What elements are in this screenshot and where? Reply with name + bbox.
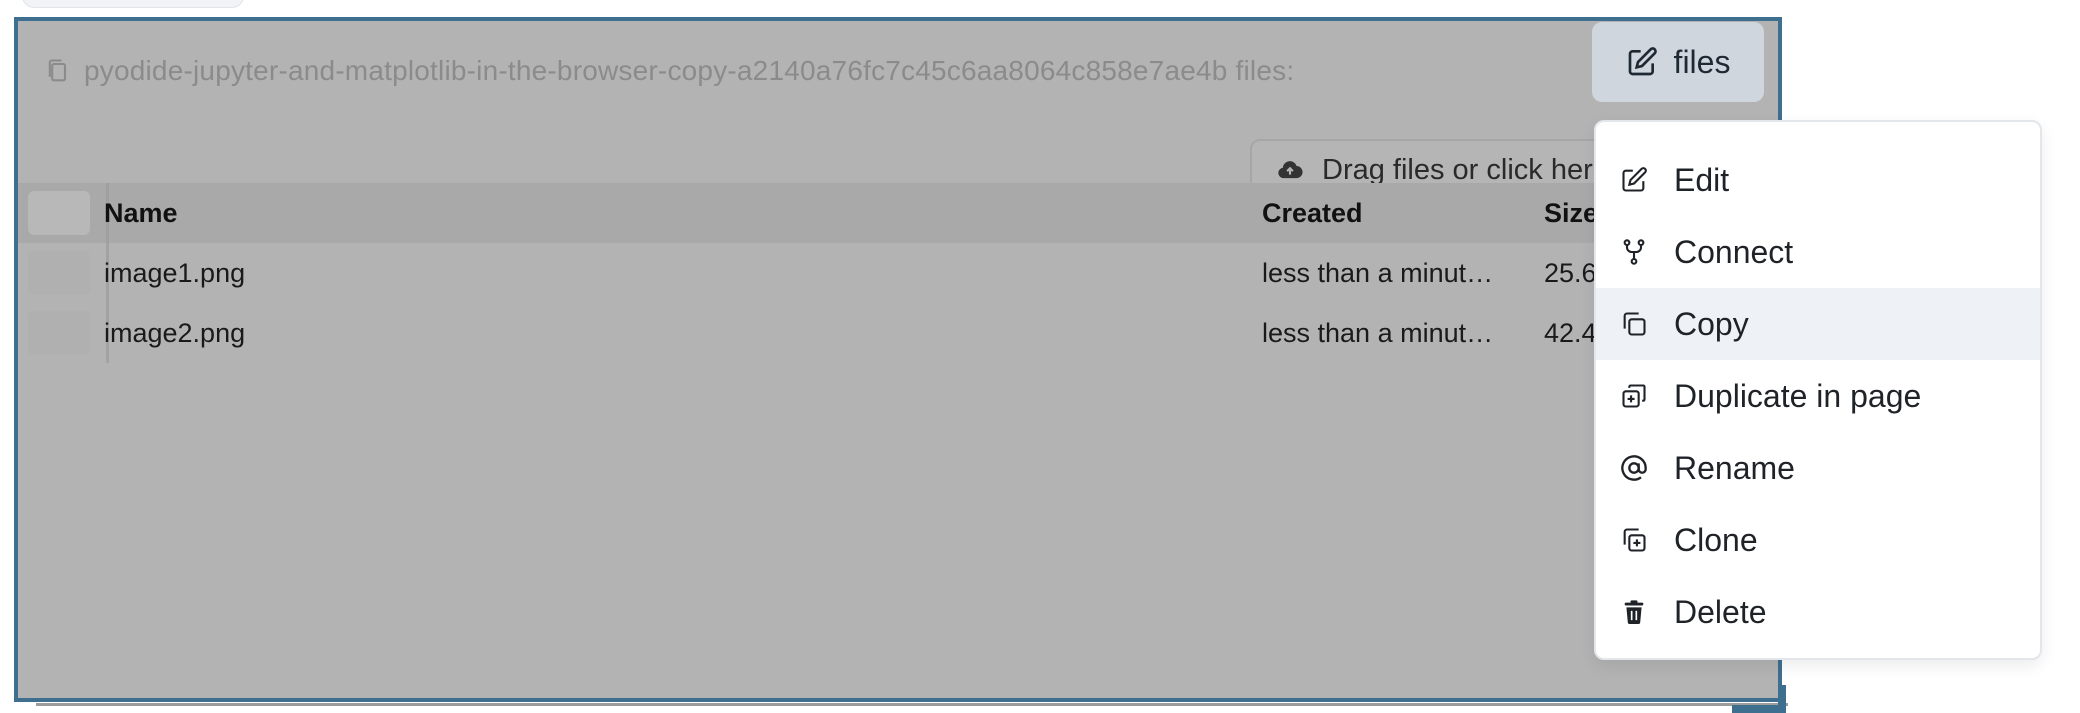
header-name[interactable]: Name <box>104 183 178 243</box>
files-table: Name Created Size image1.png less than a… <box>18 183 1770 363</box>
menu-item-label: Connect <box>1674 233 1794 270</box>
menu-item-label: Delete <box>1674 593 1767 630</box>
top-tab-stub <box>22 0 244 8</box>
files-menu-button[interactable]: files <box>1592 22 1764 102</box>
files-button-label: files <box>1673 43 1731 80</box>
row-checkbox[interactable] <box>28 311 90 355</box>
menu-item-rename[interactable]: Rename <box>1596 432 2040 504</box>
cloud-upload-icon <box>1278 161 1303 179</box>
edit-icon <box>1622 167 1647 192</box>
menu-item-label: Clone <box>1674 521 1758 558</box>
file-name[interactable]: image1.png <box>104 243 245 303</box>
menu-item-delete[interactable]: Delete <box>1596 576 2040 648</box>
menu-item-duplicate-in-page[interactable]: Duplicate in page <box>1596 360 2040 432</box>
row-checkbox[interactable] <box>28 251 90 295</box>
table-header: Name Created Size <box>18 183 1770 243</box>
table-row[interactable]: image1.png less than a minut… 25.6 <box>18 243 1770 303</box>
menu-item-edit[interactable]: Edit <box>1596 144 2040 216</box>
fork-icon <box>1623 239 1645 265</box>
header-size[interactable]: Size <box>1544 183 1598 243</box>
copy-icon <box>1623 312 1646 336</box>
upload-label: Drag files or click here <box>1322 153 1609 186</box>
clone-icon <box>1623 528 1646 552</box>
trash-icon <box>1624 600 1644 625</box>
files-dropdown-menu: Edit Connect Copy Duplicate in page Rena… <box>1594 120 2042 660</box>
file-name[interactable]: image2.png <box>104 303 245 363</box>
menu-item-label: Copy <box>1674 305 1749 342</box>
select-all-checkbox[interactable] <box>28 191 90 235</box>
menu-item-connect[interactable]: Connect <box>1596 216 2040 288</box>
file-created: less than a minut… <box>1262 258 1494 288</box>
duplicate-icon <box>1622 384 1646 408</box>
menu-item-label: Duplicate in page <box>1674 377 1922 414</box>
at-icon <box>1621 455 1647 481</box>
menu-item-clone[interactable]: Clone <box>1596 504 2040 576</box>
menu-item-label: Rename <box>1674 449 1795 486</box>
file-created: less than a minut… <box>1262 318 1494 348</box>
panel-bottom-divider <box>36 703 1788 706</box>
path-bar: pyodide-jupyter-and-matplotlib-in-the-br… <box>44 51 1294 91</box>
file-size: 42.4 <box>1544 318 1597 348</box>
path-label: pyodide-jupyter-and-matplotlib-in-the-br… <box>84 55 1295 86</box>
file-size: 25.6 <box>1544 258 1597 288</box>
menu-item-copy[interactable]: Copy <box>1596 288 2040 360</box>
resize-handle[interactable] <box>1732 685 1786 713</box>
header-created[interactable]: Created <box>1262 183 1363 243</box>
menu-item-label: Edit <box>1674 161 1730 198</box>
files-icon <box>48 59 67 82</box>
edit-icon <box>1628 47 1657 76</box>
table-row[interactable]: image2.png less than a minut… 42.4 <box>18 303 1770 363</box>
